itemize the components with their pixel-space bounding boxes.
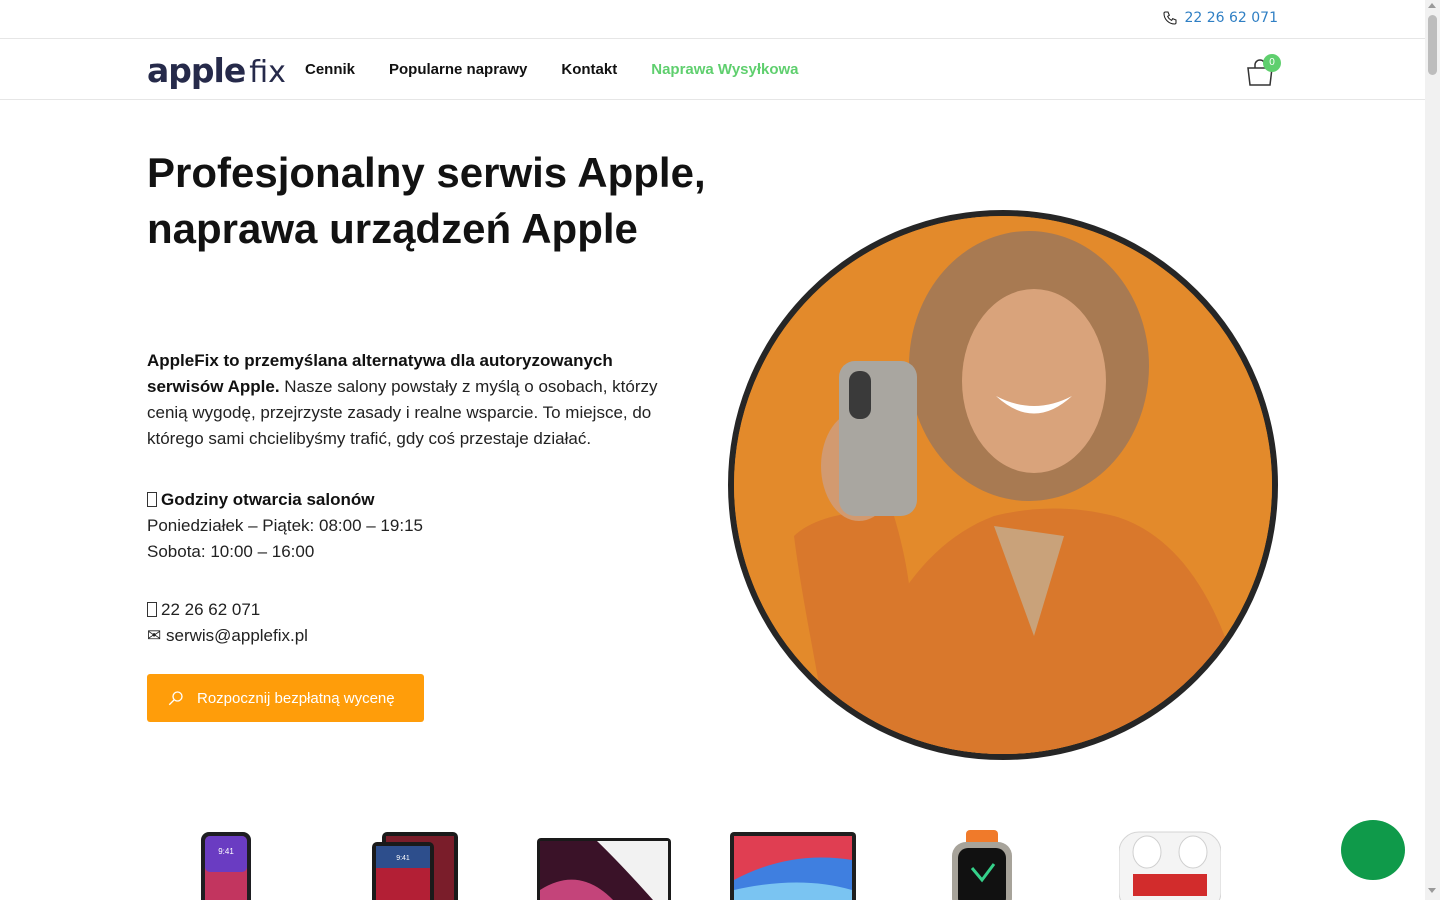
ipad-device-image[interactable]: 9:41 <box>372 830 458 900</box>
topbar-phone-link[interactable]: 22 26 62 071 <box>1162 10 1278 26</box>
nav-link-naprawa-wysylkowa[interactable]: Naprawa Wysyłkowa <box>651 61 798 78</box>
opening-hours-title: Godziny otwarcia salonów <box>161 490 375 509</box>
hero-title: Profesjonalny serwis Apple, naprawa urzą… <box>147 149 706 252</box>
opening-hours-saturday: Sobota: 10:00 – 16:00 <box>147 542 315 561</box>
hero-illustration <box>734 216 1272 754</box>
macbook-air-device-image[interactable] <box>730 830 856 900</box>
macbook-pro-device-image[interactable] <box>537 830 671 900</box>
hero-intro: AppleFix to przemyślana alternatywa dla … <box>147 348 692 452</box>
cart-button[interactable]: 0 <box>1245 54 1281 88</box>
search-icon <box>168 691 183 706</box>
site-logo[interactable]: apple fix <box>147 51 286 90</box>
airpods-device-image[interactable] <box>1119 830 1221 900</box>
nav-link-kontakt[interactable]: Kontakt <box>561 61 617 78</box>
opening-hours-weekdays: Poniedziałek – Piątek: 08:00 – 19:15 <box>147 516 423 535</box>
svg-text:9:41: 9:41 <box>396 855 410 862</box>
chat-widget-button[interactable] <box>1341 820 1405 880</box>
logo-text-fix: fix <box>249 55 286 90</box>
scrollbar-thumb[interactable] <box>1428 15 1437 75</box>
contact-info: 22 26 62 071 ✉ serwis@applefix.pl <box>147 597 667 649</box>
svg-text:9:41: 9:41 <box>218 847 234 856</box>
contact-email[interactable]: serwis@applefix.pl <box>166 626 308 645</box>
nav-links: Cennik Popularne naprawy Kontakt Naprawa… <box>305 61 833 78</box>
device-categories: 9:41 9:41 <box>147 830 1277 900</box>
main-navbar: apple fix Cennik Popularne naprawy Konta… <box>0 39 1425 100</box>
contact-phone[interactable]: 22 26 62 071 <box>161 600 260 619</box>
page-scrollbar[interactable] <box>1425 0 1440 900</box>
phone-icon <box>1163 11 1178 25</box>
start-free-quote-label: Rozpocznij bezpłatną wycenę <box>197 689 395 707</box>
nav-link-cennik[interactable]: Cennik <box>305 61 355 78</box>
phone-glyph-icon <box>147 602 157 617</box>
scroll-down-arrow-icon[interactable] <box>1428 888 1436 893</box>
clock-icon <box>147 492 157 507</box>
start-free-quote-button[interactable]: Rozpocznij bezpłatną wycenę <box>147 674 424 722</box>
topbar-phone-number: 22 26 62 071 <box>1184 10 1278 26</box>
nav-link-popularne-naprawy[interactable]: Popularne naprawy <box>389 61 527 78</box>
envelope-icon: ✉ <box>147 626 162 645</box>
apple-watch-device-image[interactable] <box>950 830 1014 900</box>
iphone-device-image[interactable]: 9:41 <box>200 830 252 900</box>
cart-count-badge: 0 <box>1263 54 1281 72</box>
hero-image-woman-with-phone <box>728 210 1278 760</box>
logo-text-apple: apple <box>147 51 246 90</box>
opening-hours: Godziny otwarcia salonów Poniedziałek – … <box>147 487 667 565</box>
scroll-up-arrow-icon[interactable] <box>1428 3 1436 8</box>
top-bar: 22 26 62 071 <box>0 0 1425 39</box>
